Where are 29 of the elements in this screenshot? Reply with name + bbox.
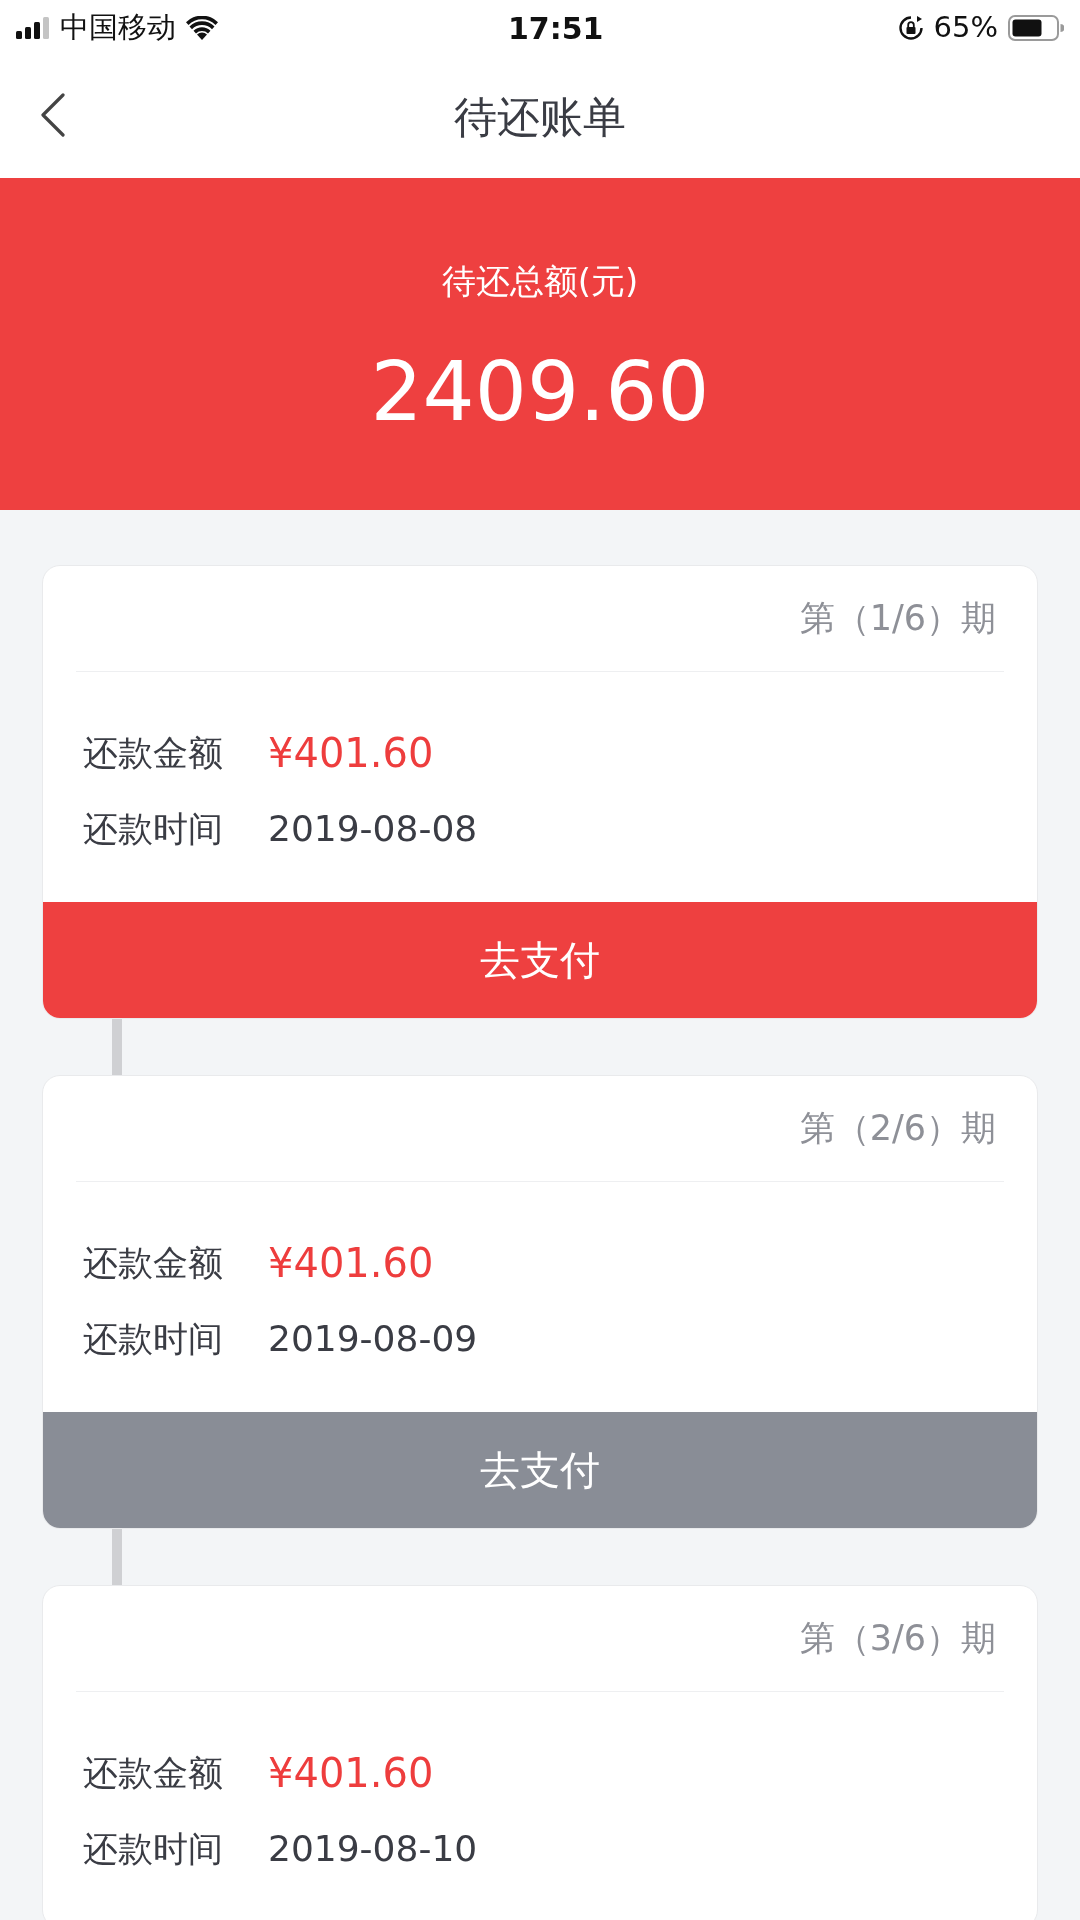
- back-chevron-icon[interactable]: [40, 93, 66, 137]
- field-label: 还款时间: [83, 1317, 224, 1361]
- period-label: 第（3/6）期: [799, 1617, 996, 1661]
- signal-bars-icon: [16, 17, 50, 39]
- date-value: 2019-08-10: [268, 1827, 478, 1871]
- amount-value: ¥401.60: [268, 729, 434, 778]
- battery-percent: 65%: [933, 9, 998, 47]
- pay-button[interactable]: 去支付: [43, 902, 1037, 1018]
- battery-icon: [1008, 15, 1064, 41]
- date-value: 2019-08-09: [268, 1317, 478, 1361]
- amount-value: ¥401.60: [268, 1749, 434, 1798]
- rotation-lock-icon: [897, 15, 924, 41]
- total-amount: 2409.60: [370, 351, 710, 433]
- field-label: 还款时间: [83, 807, 224, 851]
- field-label: 还款金额: [83, 1751, 224, 1795]
- field-label: 还款金额: [83, 1241, 224, 1285]
- amount-value: ¥401.60: [268, 1239, 434, 1288]
- timeline-connector: [112, 1019, 122, 1075]
- period-label: 第（1/6）期: [799, 597, 996, 641]
- page-title: 待还账单: [454, 90, 626, 144]
- wifi-icon: [186, 16, 218, 40]
- summary-label: 待还总额(元): [441, 260, 639, 303]
- timeline-connector: [112, 1529, 122, 1585]
- field-label: 还款金额: [83, 731, 224, 775]
- date-value: 2019-08-08: [268, 807, 478, 851]
- period-label: 第（2/6）期: [799, 1107, 996, 1151]
- carrier-name: 中国移动: [60, 9, 176, 47]
- field-label: 还款时间: [83, 1827, 224, 1871]
- clock-time: 17:51: [508, 9, 604, 48]
